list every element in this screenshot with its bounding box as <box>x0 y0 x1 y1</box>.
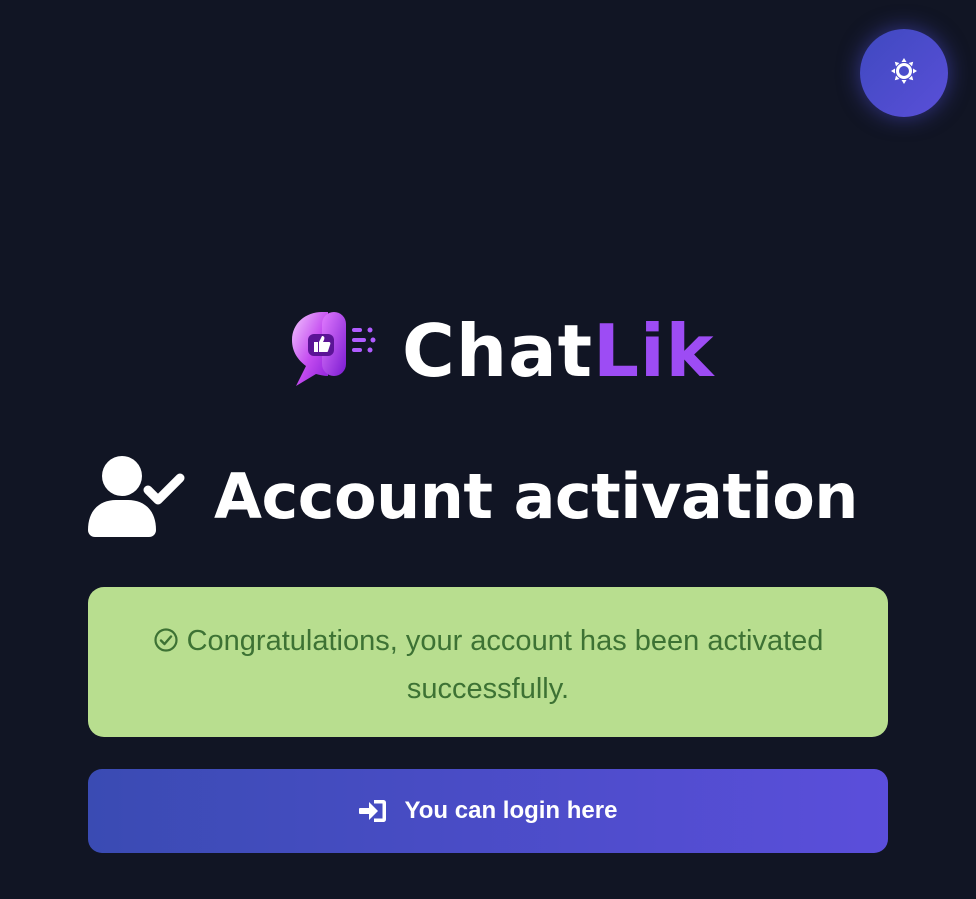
alert-message: Congratulations, your account has been a… <box>186 625 824 705</box>
sign-in-icon <box>358 799 387 823</box>
brand-name-lik: Lik <box>593 308 715 393</box>
check-circle-icon <box>153 622 179 667</box>
page-title: Account activation <box>214 460 858 533</box>
user-check-icon <box>88 450 186 543</box>
chat-bubble-thumbs-up-icon <box>286 308 382 393</box>
login-button[interactable]: You can login here <box>88 769 888 853</box>
sun-icon <box>890 57 918 90</box>
brand-name: ChatLik <box>402 311 715 391</box>
success-alert: Congratulations, your account has been a… <box>88 587 888 737</box>
brand-logo: ChatLik <box>286 308 715 393</box>
page-header: Account activation <box>88 450 858 543</box>
brand-name-chat: Chat <box>402 308 594 393</box>
theme-toggle-button[interactable] <box>860 29 948 117</box>
login-button-label: You can login here <box>404 797 618 824</box>
